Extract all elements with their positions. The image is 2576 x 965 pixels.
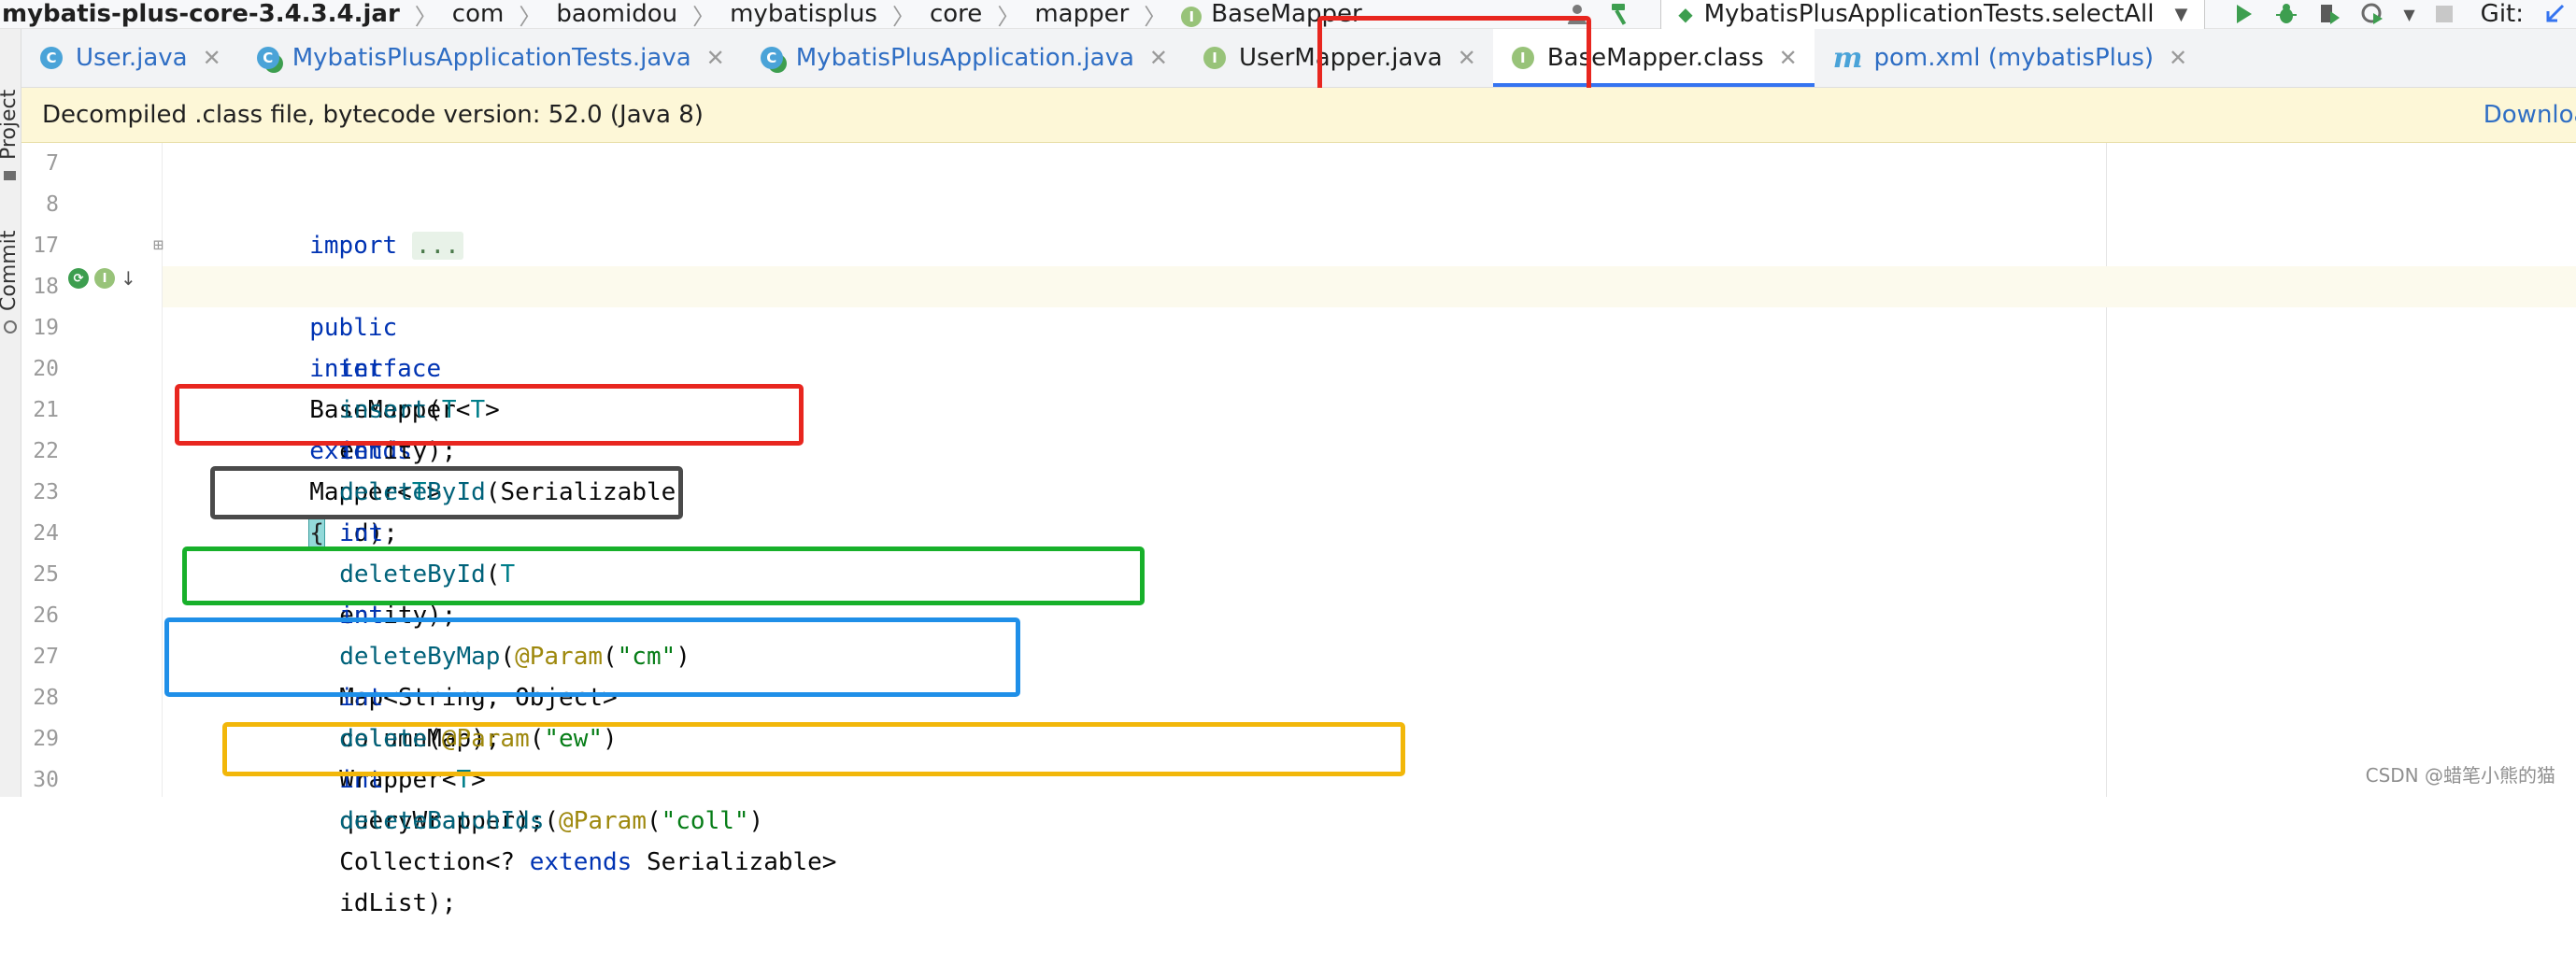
debug-icon[interactable] — [2274, 2, 2298, 26]
breadcrumb-item-core[interactable]: core — [924, 0, 988, 28]
run-configuration-select[interactable]: ◆ MybatisPlusApplicationTests.selectAll … — [1660, 0, 2206, 31]
decompiled-banner: Decompiled .class file, bytecode version… — [21, 88, 2576, 143]
run-config-icon: ◆ — [1678, 3, 1693, 25]
interface-icon: I — [1203, 47, 1227, 69]
line-number: 21 — [33, 398, 59, 422]
banner-text: Decompiled .class file, bytecode version… — [42, 101, 704, 129]
app-class-icon: C — [760, 47, 783, 69]
watermark: CSDN @蜡笔小熊的猫 — [2365, 764, 2555, 787]
tab-mybatisplus-application[interactable]: C MybatisPlusApplication.java ✕ — [742, 29, 1185, 87]
breadcrumb-item-jar[interactable]: mybatis-plus-core-3.4.3.4.jar — [0, 0, 406, 28]
breadcrumb-separator: 〉 — [414, 3, 437, 30]
line-number: 30 — [33, 768, 59, 792]
breadcrumb-item-mapper[interactable]: mapper — [1029, 0, 1134, 28]
tab-user-java[interactable]: C User.java ✕ — [21, 29, 238, 87]
download-sources-link[interactable]: Download — [2483, 101, 2576, 129]
interface-icon: I — [1181, 7, 1203, 27]
line-number: 20 — [33, 357, 59, 381]
gutter-icons: ⟳ I ↓ — [68, 267, 136, 290]
line-number: 22 — [33, 439, 59, 463]
param-type: Serializable> — [632, 848, 837, 876]
maven-icon: m — [1832, 41, 1863, 75]
line-number: 23 — [33, 480, 59, 504]
breadcrumb: mybatis-plus-core-3.4.3.4.jar 〉 com 〉 ba… — [0, 0, 1368, 30]
editor-gutter: 7 8 17 18 19 20 21 22 23 24 25 26 27 28 … — [21, 143, 163, 797]
line-number: 17 — [33, 234, 59, 258]
line-number: 26 — [33, 603, 59, 628]
tab-label: MybatisPlusApplication.java — [795, 44, 1134, 72]
class-icon: C — [40, 47, 63, 69]
breadcrumb-separator: 〉 — [891, 3, 915, 30]
profiler-icon[interactable] — [2360, 2, 2384, 26]
method-name: deleteBatchIds — [339, 807, 545, 835]
highlight-box-delete-by-map — [182, 546, 1145, 605]
highlight-box-delete-batch-ids — [222, 722, 1405, 776]
breadcrumb-separator: 〉 — [997, 3, 1020, 30]
breadcrumb-item-mybatisplus[interactable]: mybatisplus — [724, 0, 883, 28]
git-update-icon[interactable] — [2542, 2, 2567, 26]
param-type: Collection<? — [339, 848, 530, 876]
commit-tool-tab[interactable]: Commit — [0, 231, 21, 311]
run-configuration-label: MybatisPlusApplicationTests.selectAll — [1703, 0, 2155, 28]
breadcrumb-separator: 〉 — [692, 3, 716, 30]
param-name: idList — [339, 889, 428, 917]
line-number: 8 — [46, 192, 59, 217]
breadcrumb-item-baomidou[interactable]: baomidou — [550, 0, 683, 28]
arrow-down-icon[interactable]: ↓ — [121, 267, 136, 290]
tab-mybatisplus-application-tests[interactable]: C MybatisPlusApplicationTests.java ✕ — [238, 29, 742, 87]
navigation-bar: mybatis-plus-core-3.4.3.4.jar 〉 com 〉 ba… — [0, 0, 2576, 31]
coverage-icon[interactable] — [2317, 2, 2341, 26]
folder-icon — [4, 171, 16, 180]
code-line-interface: public interface BaseMapper<T> extends M… — [163, 266, 2576, 548]
chevron-down-icon: ▼ — [2174, 4, 2188, 24]
implemented-icon[interactable]: ⟳ — [68, 268, 89, 289]
run-icon[interactable] — [2231, 2, 2256, 26]
line-number: 24 — [33, 521, 59, 546]
code-line-insert: int insert(T entity); — [339, 355, 457, 465]
test-class-icon: C — [256, 47, 279, 69]
close-icon[interactable]: ✕ — [1149, 45, 1168, 71]
line-number: 28 — [33, 686, 59, 710]
close-icon[interactable]: ✕ — [203, 45, 221, 71]
tab-label: User.java — [76, 44, 188, 72]
close-icon[interactable]: ✕ — [2169, 45, 2187, 71]
line-number: 19 — [33, 316, 59, 340]
tab-label: MybatisPlusApplicationTests.java — [292, 44, 691, 72]
tab-pom-xml[interactable]: m pom.xml (mybatisPlus) ✕ — [1815, 29, 2204, 87]
code-line-import: ⊞ import ... — [153, 184, 2576, 260]
chevron-down-icon[interactable]: ▼ — [2403, 6, 2414, 23]
line-number: 27 — [33, 645, 59, 669]
toolbar: ◆ MybatisPlusApplicationTests.selectAll … — [1556, 0, 2576, 31]
annotation: @Param — [559, 807, 647, 835]
keyword-extends: extends — [529, 848, 633, 876]
highlight-box-delete-by-id-entity — [210, 466, 683, 519]
hammer-icon[interactable] — [1608, 1, 1634, 27]
close-icon[interactable]: ✕ — [1779, 45, 1798, 71]
git-label: Git: — [2480, 0, 2524, 28]
breadcrumb-separator: 〉 — [1144, 3, 1167, 30]
close-icon[interactable]: ✕ — [706, 45, 725, 71]
breadcrumb-separator: 〉 — [519, 3, 542, 30]
line-number: 29 — [33, 727, 59, 751]
stop-icon[interactable] — [2434, 4, 2455, 24]
annotation-value: "coll" — [661, 807, 749, 835]
highlight-box-delete — [164, 617, 1020, 697]
line-number: 18 — [33, 275, 59, 299]
editor-tab-bar: C User.java ✕ C MybatisPlusApplicationTe… — [21, 29, 2576, 88]
interface-override-icon[interactable]: I — [94, 268, 115, 289]
tab-label: pom.xml (mybatisPlus) — [1873, 44, 2155, 72]
tool-window-strip: Project Commit — [0, 29, 21, 797]
project-tool-tab[interactable]: Project — [0, 90, 21, 160]
highlight-box-delete-by-id — [175, 384, 804, 446]
line-number: 25 — [33, 562, 59, 587]
breadcrumb-item-com[interactable]: com — [447, 0, 510, 28]
commit-icon — [4, 320, 17, 333]
line-number: 7 — [46, 151, 59, 176]
